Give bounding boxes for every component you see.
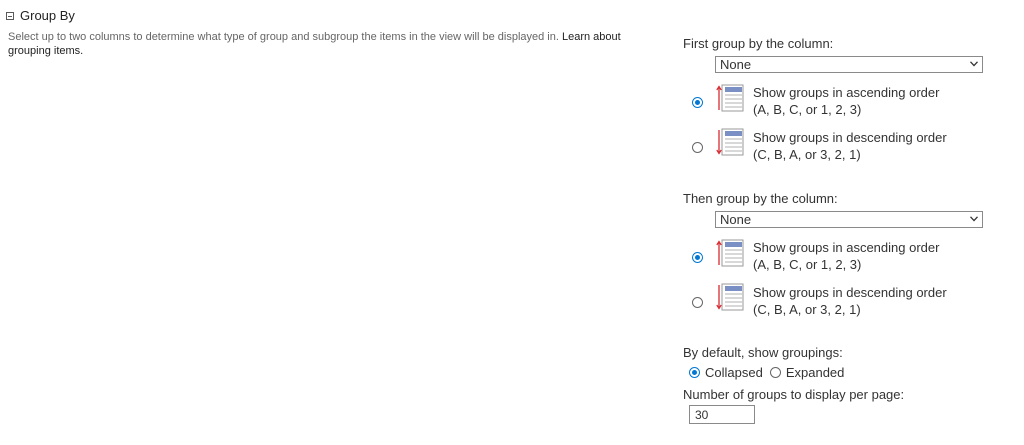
- first-ascending-radio[interactable]: [692, 97, 703, 108]
- collapsed-radio[interactable]: [689, 367, 700, 378]
- chevron-down-icon: [970, 61, 978, 67]
- sort-ascending-icon: [716, 84, 744, 112]
- first-descending-radio[interactable]: [692, 142, 703, 153]
- then-group-label: Then group by the column:: [683, 191, 838, 206]
- then-ascending-radio[interactable]: [692, 252, 703, 263]
- default-groupings-label: By default, show groupings:: [683, 345, 843, 360]
- first-group-label: First group by the column:: [683, 36, 834, 51]
- then-descending-radio[interactable]: [692, 297, 703, 308]
- description-text: Select up to two columns to determine wh…: [8, 31, 559, 43]
- first-descending-label: Show groups in descending order (C, B, A…: [753, 130, 947, 162]
- then-group-select-value: None: [720, 212, 752, 227]
- sort-descending-icon: [716, 283, 744, 311]
- chevron-down-icon: [970, 216, 978, 222]
- collapse-icon[interactable]: [6, 11, 14, 20]
- first-group-select-value: None: [720, 57, 752, 72]
- expanded-label: Expanded: [785, 365, 845, 380]
- groups-per-page-label: Number of groups to display per page:: [683, 387, 905, 402]
- then-descending-label: Show groups in descending order (C, B, A…: [753, 285, 947, 317]
- sort-ascending-icon: [716, 239, 744, 267]
- first-ascending-label: Show groups in ascending order (A, B, C,…: [753, 85, 940, 117]
- expanded-radio[interactable]: [769, 367, 781, 378]
- first-group-select[interactable]: None: [715, 56, 983, 73]
- sort-descending-icon: [716, 128, 744, 156]
- then-group-select[interactable]: None: [715, 211, 983, 228]
- section-title: Group By: [20, 8, 75, 23]
- section-header[interactable]: Group By: [6, 8, 75, 23]
- then-ascending-label: Show groups in ascending order (A, B, C,…: [753, 240, 940, 272]
- collapsed-label: Collapsed: [705, 365, 763, 380]
- default-groupings-options: Collapsed Expanded: [689, 365, 844, 380]
- groups-per-page-input[interactable]: [689, 405, 755, 424]
- section-description: Select up to two columns to determine wh…: [8, 30, 648, 58]
